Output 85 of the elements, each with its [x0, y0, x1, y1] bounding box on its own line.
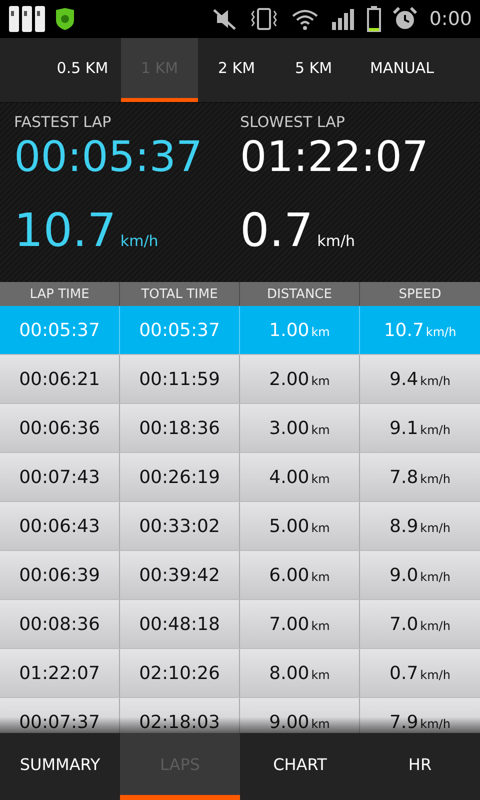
cell-value: 2.00 [269, 368, 310, 390]
table-row[interactable]: 00:06:36 00:18:36 3.00 km 9.1 km/h [0, 404, 480, 453]
cell-value: 9.1 [390, 418, 418, 438]
cell-value: 7.8 [390, 466, 418, 488]
table-cell: 00:33:02 [120, 502, 240, 550]
unit-label: km/h [420, 520, 450, 535]
vibrate-icon [249, 7, 280, 31]
unit-label: km/h [420, 569, 450, 584]
lap-time: 01:22:07 [240, 133, 430, 182]
unit-label: km/h [420, 373, 450, 388]
unit-label: km [311, 471, 330, 486]
wifi-icon [291, 8, 320, 30]
bottom-tab[interactable]: CHART [240, 733, 360, 800]
table-cell: 00:39:42 [120, 551, 240, 599]
table-cell: 00:06:36 [0, 404, 120, 452]
cell-value: 8.9 [390, 516, 418, 536]
speed-value: 10.7 [14, 203, 116, 258]
speed-value: 0.7 [240, 203, 314, 258]
lap-time: 00:05:37 [14, 133, 204, 182]
cell-value: 9.00 [269, 712, 310, 732]
table-cell: 02:10:26 [120, 649, 240, 697]
table-cell: 00:05:37 [0, 306, 120, 354]
unit-label: km/h [420, 422, 450, 437]
unit-label: km/h [426, 324, 456, 339]
lap-label: FASTEST LAP [14, 113, 112, 131]
cell-value: 1.00 [269, 320, 310, 340]
unit-label: km [311, 618, 330, 633]
unit-label: km [311, 520, 330, 535]
unit-label: km [311, 422, 330, 437]
table-cell: 01:22:07 [0, 649, 120, 697]
cell-value: 4.00 [269, 466, 310, 488]
cell-value: 6.00 [269, 564, 310, 586]
interval-tab[interactable]: 5 KM [275, 38, 352, 102]
unit-label: km [311, 373, 330, 388]
interval-tab[interactable]: MANUAL [352, 38, 452, 102]
table-cell: 00:06:21 [0, 355, 120, 403]
signal-icon [331, 8, 356, 30]
table-cell: 00:48:18 [120, 600, 240, 648]
unit-label: km [311, 324, 330, 339]
cell-value: 0.7 [390, 662, 418, 684]
cell-value: 10.7 [384, 320, 424, 340]
cell-value: 8.00 [269, 662, 310, 684]
column-header: SPEED [398, 286, 442, 304]
table-row[interactable]: 00:06:21 00:11:59 2.00 km 9.4 km/h [0, 355, 480, 404]
clock-time: 0:00 [429, 8, 472, 30]
unit-label: km/h [420, 716, 450, 731]
table-cell: 00:05:37 [120, 306, 240, 354]
unit-label: km/h [420, 471, 450, 486]
cell-value: 7.0 [390, 614, 418, 634]
battery-icon [367, 6, 382, 32]
unit-label: km [311, 569, 330, 584]
unit-label: km [311, 716, 330, 731]
table-row[interactable]: 00:07:43 00:26:19 4.00 km 7.8 km/h [0, 453, 480, 502]
shield-icon [54, 7, 76, 31]
table-cell: 00:11:59 [120, 355, 240, 403]
interval-tab[interactable]: 2 KM [198, 38, 275, 102]
unit-label: km/h [420, 618, 450, 633]
table-cell: 00:18:36 [120, 404, 240, 452]
bottom-tab[interactable]: HR [360, 733, 480, 800]
table-cell: 00:06:39 [0, 551, 120, 599]
table-cell: 00:08:36 [0, 600, 120, 648]
table-cell: 00:07:43 [0, 453, 120, 501]
cell-value: 9.0 [390, 564, 418, 586]
cell-value: 9.4 [390, 368, 418, 390]
cell-value: 3.00 [269, 418, 310, 438]
speed-unit: km/h [317, 232, 356, 250]
table-cell: 00:06:43 [0, 502, 120, 550]
unit-label: km [311, 667, 330, 682]
alarm-icon [393, 7, 418, 31]
cell-value: 7.00 [269, 614, 310, 634]
unit-label: km/h [420, 667, 450, 682]
speed-unit: km/h [120, 232, 158, 250]
table-row[interactable]: 00:08:36 00:48:18 7.00 km 7.0 km/h [0, 600, 480, 649]
battery-cells-icon [8, 4, 46, 34]
bottom-tab[interactable]: SUMMARY [0, 733, 120, 800]
interval-tab[interactable]: 0.5 KM [44, 38, 121, 102]
table-row[interactable]: 00:07:37 02:18:03 9.00 km 7.9 km/h [0, 698, 480, 733]
table-row[interactable]: 00:06:39 00:39:42 6.00 km 9.0 km/h [0, 551, 480, 600]
table-row[interactable]: 01:22:07 02:10:26 8.00 km 0.7 km/h [0, 649, 480, 698]
cell-value: 7.9 [390, 712, 418, 732]
lap-label: SLOWEST LAP [240, 113, 346, 131]
table-row[interactable]: 00:06:43 00:33:02 5.00 km 8.9 km/h [0, 502, 480, 551]
cell-value: 5.00 [269, 516, 310, 536]
mute-icon [211, 7, 238, 31]
table-cell: 00:26:19 [120, 453, 240, 501]
